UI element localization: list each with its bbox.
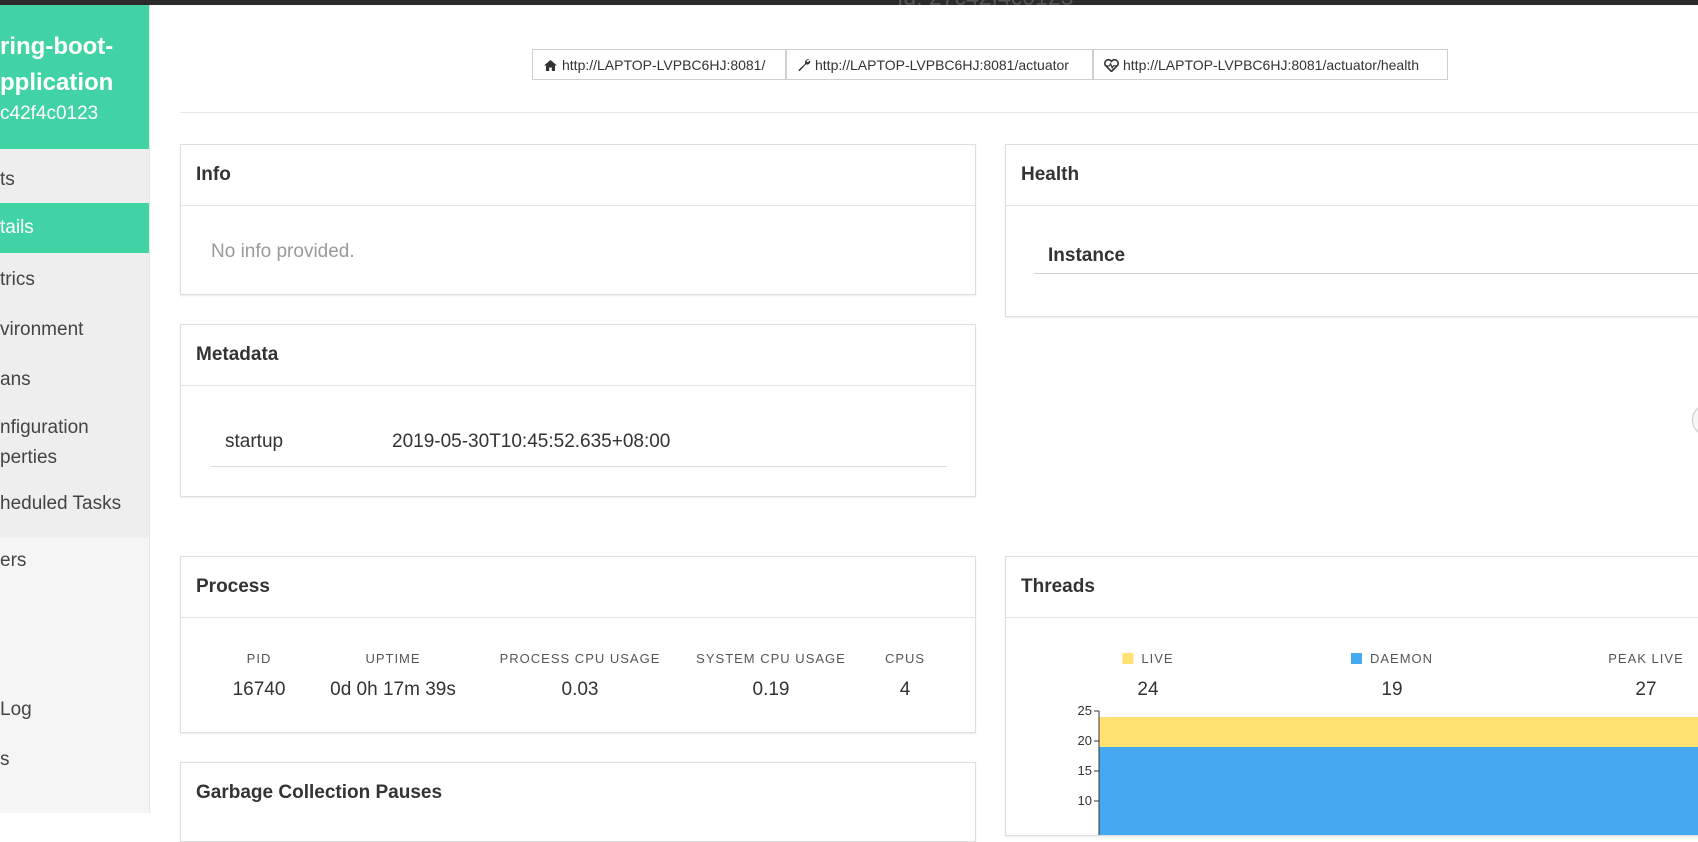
stat-label-system-cpu: SYSTEM CPU USAGE	[696, 651, 846, 666]
y-tick-label: 10	[1078, 793, 1092, 808]
area-daemon	[1099, 747, 1698, 835]
sidebar: ring-boot- pplication c42f4c0123 ts tail…	[0, 5, 150, 813]
wrench-icon	[797, 57, 815, 73]
gc-pauses-card: Garbage Collection Pauses	[180, 762, 976, 842]
legend-live-swatch	[1122, 653, 1134, 664]
legend-live: LIVE	[1122, 651, 1173, 666]
stat-value-process-cpu: 0.03	[561, 679, 599, 700]
stat-value-pid: 16740	[232, 679, 286, 700]
metadata-card: Metadata startup 2019-05-30T10:45:52.635…	[180, 324, 976, 497]
threads-chart: 10 15 20 25	[1078, 703, 1698, 835]
process-card: Process PID 16740 UPTIME 0d 0h 17m 39s P…	[180, 556, 976, 733]
home-link-button[interactable]: http://LAPTOP-LVPBC6HJ:8081/	[532, 49, 786, 80]
threads-title: Threads	[1021, 576, 1095, 597]
info-card: Info No info provided.	[180, 144, 976, 295]
sidebar-item-environment[interactable]: vironment	[0, 315, 149, 345]
legend-live-label: LIVE	[1141, 651, 1174, 666]
card-separator	[181, 385, 975, 386]
legend-daemon: DAEMON	[1350, 651, 1434, 666]
info-title: Info	[196, 164, 231, 185]
card-separator	[181, 617, 975, 618]
sidebar-nav-group: ts tails trics vironment ans nfiguration…	[0, 149, 149, 538]
sidebar-item-configuration-properties[interactable]: nfiguration perties	[0, 413, 149, 473]
metadata-row-divider	[211, 466, 947, 467]
sidebar-item-loggers[interactable]: ers	[0, 546, 26, 576]
app-name: ring-boot- pplication	[0, 33, 114, 96]
threads-card: Threads LIVE 24 DAEMON 19 PEAK LIVE 27 1…	[1005, 556, 1698, 836]
y-tick-label: 15	[1078, 763, 1092, 778]
app-id: c42f4c0123	[0, 103, 99, 124]
instance-id-title: Id: 27c42f4c0123	[897, 0, 1073, 11]
actuator-link-button[interactable]: http://LAPTOP-LVPBC6HJ:8081/actuator	[786, 49, 1093, 80]
home-link-text: http://LAPTOP-LVPBC6HJ:8081/	[562, 57, 766, 73]
legend-daemon-label: DAEMON	[1369, 651, 1434, 666]
window-top-strip	[0, 0, 1698, 5]
card-separator	[1006, 617, 1698, 618]
legend-daemon-swatch	[1350, 653, 1362, 664]
health-link-button[interactable]: http://LAPTOP-LVPBC6HJ:8081/actuator/hea…	[1093, 49, 1448, 80]
stat-value-system-cpu: 0.19	[752, 679, 790, 700]
info-empty-text: No info provided.	[211, 241, 355, 262]
sidebar-item-scheduled-tasks[interactable]: heduled Tasks	[0, 489, 149, 519]
home-icon	[543, 57, 562, 73]
app-header: ring-boot- pplication c42f4c0123	[0, 5, 149, 149]
health-title: Health	[1021, 164, 1080, 185]
sidebar-item-log[interactable]: Log	[0, 695, 32, 725]
card-separator	[1006, 205, 1698, 206]
y-tick-label: 25	[1078, 703, 1092, 718]
health-card: Health Instance	[1005, 144, 1698, 317]
stat-value-uptime: 0d 0h 17m 39s	[330, 679, 456, 700]
health-instance-divider	[1034, 273, 1698, 274]
health-link-text: http://LAPTOP-LVPBC6HJ:8081/actuator/hea…	[1123, 57, 1419, 73]
stat-label-cpus: CPUS	[884, 651, 926, 666]
header-divider	[180, 112, 1698, 113]
legend-peak-live-label: PEAK LIVE	[1608, 651, 1684, 666]
stat-label-pid: PID	[246, 651, 272, 666]
metadata-key: startup	[225, 431, 284, 452]
sidebar-item-insights[interactable]: ts	[0, 165, 149, 195]
metadata-title: Metadata	[196, 344, 279, 365]
heartbeat-icon	[1104, 57, 1123, 73]
metadata-value: 2019-05-30T10:45:52.635+08:00	[392, 431, 671, 452]
sidebar-item-details[interactable]: tails	[0, 203, 149, 253]
sidebar-item-threads[interactable]: s	[0, 745, 10, 775]
scroll-to-top-button[interactable]	[1692, 404, 1698, 436]
sidebar-item-metrics[interactable]: trics	[0, 265, 149, 295]
sidebar-item-beans[interactable]: ans	[0, 365, 149, 395]
y-tick-label: 20	[1078, 733, 1092, 748]
process-title: Process	[196, 576, 270, 597]
legend-peak-live: PEAK LIVE	[1608, 651, 1683, 666]
stat-value-cpus: 4	[899, 679, 911, 700]
health-instance-label: Instance	[1048, 245, 1126, 266]
gc-pauses-title: Garbage Collection Pauses	[196, 782, 443, 803]
stat-label-process-cpu: PROCESS CPU USAGE	[499, 651, 661, 666]
card-separator	[181, 205, 975, 206]
stat-label-uptime: UPTIME	[365, 651, 421, 666]
actuator-link-text: http://LAPTOP-LVPBC6HJ:8081/actuator	[815, 57, 1069, 73]
